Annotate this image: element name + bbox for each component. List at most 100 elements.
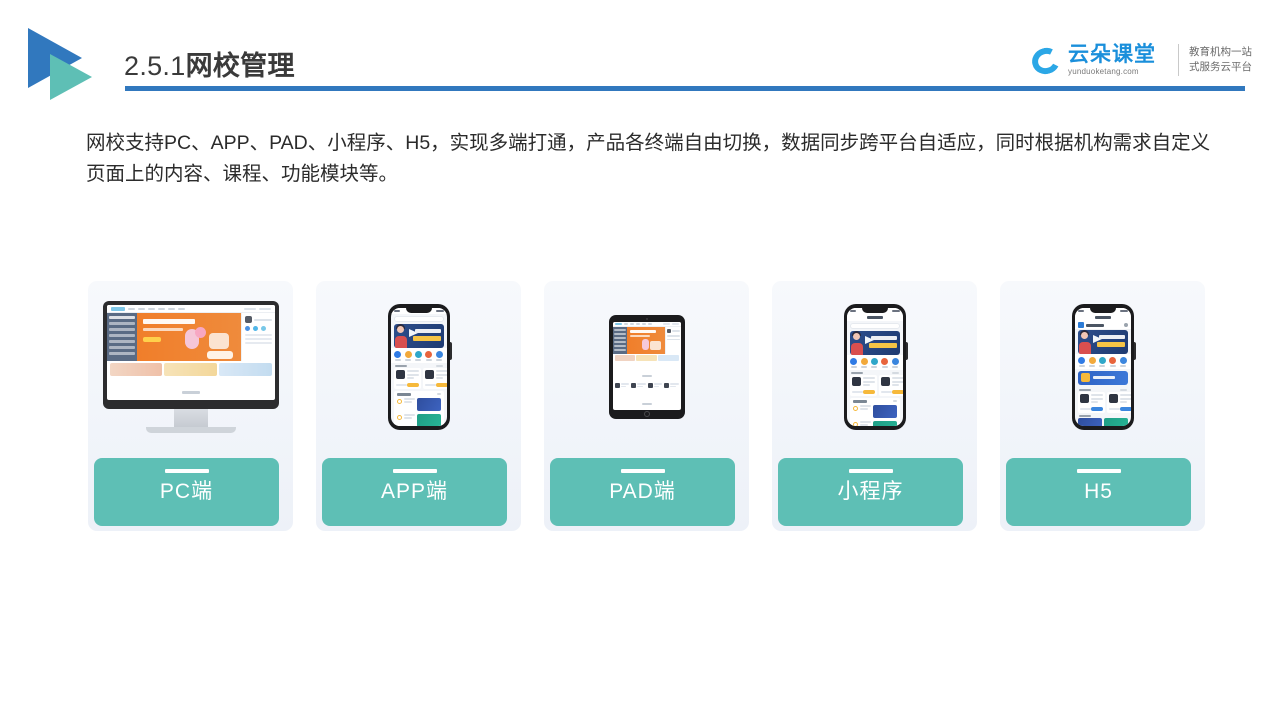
app-category-icons xyxy=(390,348,447,363)
platform-label-app[interactable]: APP端 xyxy=(322,458,507,526)
h5-site-header xyxy=(1074,321,1131,330)
web-sidebar-nav xyxy=(106,313,137,361)
tablet-hero-section xyxy=(612,327,681,354)
tablet-course-list xyxy=(613,383,681,390)
tablet-section-heading-2 xyxy=(613,390,681,410)
web-logo-icon xyxy=(614,322,622,326)
label-accent-bar xyxy=(1076,469,1121,473)
app-hero-banner xyxy=(393,324,444,348)
brand-tagline-line2: 式服务云平台 xyxy=(1189,61,1252,73)
label-accent-bar xyxy=(392,469,437,473)
imac-stand-neck xyxy=(173,409,208,427)
section-number: 2.5.1 xyxy=(124,51,186,81)
web-side-panel xyxy=(240,313,275,361)
phone-screen xyxy=(846,308,903,426)
tablet-section-heading xyxy=(613,362,681,383)
h5-browser-title-bar xyxy=(1074,314,1131,321)
platform-label-text: APP端 xyxy=(380,480,449,503)
tablet-home-button-icon[interactable] xyxy=(643,411,650,417)
platform-card-pc[interactable]: PC端 xyxy=(88,281,293,531)
web-promo-strip xyxy=(107,361,275,378)
smartphone-illustration xyxy=(1071,304,1136,430)
platform-card-list: PC端 APP端 PAD端 小程序 H5 xyxy=(88,281,1205,531)
platform-card-miniprogram[interactable]: 小程序 xyxy=(772,281,977,531)
phone-notch xyxy=(405,308,432,313)
h5-bottom-cards xyxy=(1075,418,1131,426)
tablet-screen xyxy=(612,322,681,410)
device-preview-imac xyxy=(88,281,293,453)
triangle-play-logo-icon xyxy=(28,28,120,100)
platform-card-app[interactable]: APP端 xyxy=(316,281,521,531)
brand-tagline-line1: 教育机构一站 xyxy=(1189,45,1252,58)
miniprogram-title-bar xyxy=(846,314,903,321)
page-title: 2.5.1网校管理 xyxy=(124,44,295,83)
label-accent-bar xyxy=(620,469,665,473)
brand-text-block: 云朵课堂 yunduoketang.com xyxy=(1068,42,1156,77)
app-course-cards xyxy=(391,368,447,389)
device-preview-phone-miniprogram xyxy=(772,281,977,453)
tablet-hero-banner xyxy=(626,327,665,354)
body-paragraph: 网校支持PC、APP、PAD、小程序、H5，实现多端打通，产品各终端自由切换，数… xyxy=(86,132,1211,185)
brand-name: 云朵课堂 xyxy=(1068,42,1156,66)
web-navbar xyxy=(106,305,275,313)
cloud-icon xyxy=(1028,44,1066,78)
platform-label-pad[interactable]: PAD端 xyxy=(550,458,735,526)
app-search-bar[interactable] xyxy=(393,316,444,322)
label-accent-bar xyxy=(164,469,209,473)
h5-category-icons xyxy=(1074,354,1131,369)
smartphone-illustration xyxy=(387,304,452,430)
brand-mark: 云朵课堂 yunduoketang.com xyxy=(1028,42,1168,78)
miniprogram-search-bar[interactable] xyxy=(849,323,900,329)
triangle-teal-icon xyxy=(50,54,92,100)
tablet-camera-icon xyxy=(645,318,648,320)
brand-logo: 云朵课堂 yunduoketang.com 教育机构一站 式服务云平台 xyxy=(1028,38,1252,82)
platform-label-text: H5 xyxy=(1084,480,1113,503)
tablet-promo-strip xyxy=(613,354,681,362)
web-banner-illustration xyxy=(181,325,235,359)
platform-card-pad[interactable]: PAD端 xyxy=(544,281,749,531)
h5-course-cards xyxy=(1075,392,1131,413)
label-accent-bar xyxy=(848,469,893,473)
h5-promo-banner xyxy=(1077,370,1128,385)
smartphone-illustration xyxy=(843,304,908,430)
site-logo-icon xyxy=(1077,322,1084,328)
imac-stand-base xyxy=(145,427,236,433)
web-hero-banner xyxy=(136,313,241,361)
device-preview-phone-app xyxy=(316,281,521,453)
app-recommended-section xyxy=(393,390,444,426)
phone-notch xyxy=(861,308,888,313)
imac-screen-bezel xyxy=(102,301,279,409)
title-underline xyxy=(125,86,1245,91)
platform-label-text: 小程序 xyxy=(837,480,904,503)
tablet-sidebar-nav xyxy=(612,327,627,354)
platform-label-pc[interactable]: PC端 xyxy=(94,458,279,526)
phone-screen xyxy=(390,308,447,426)
platform-label-h5[interactable]: H5 xyxy=(1006,458,1191,526)
imac-illustration xyxy=(102,301,279,433)
web-hero-section xyxy=(106,313,275,361)
platform-label-text: PC端 xyxy=(159,480,214,503)
imac-website-preview xyxy=(106,305,275,400)
phone-notch xyxy=(1089,308,1116,313)
tablet-illustration xyxy=(608,315,685,419)
miniprogram-category-icons xyxy=(846,355,903,370)
miniprogram-course-cards xyxy=(847,375,903,396)
gift-icon xyxy=(1080,372,1090,382)
h5-hero-banner xyxy=(1077,330,1128,354)
brand-divider xyxy=(1178,44,1179,76)
device-preview-phone-h5 xyxy=(1000,281,1205,453)
platform-label-miniprogram[interactable]: 小程序 xyxy=(778,458,963,526)
device-preview-ipad xyxy=(544,281,749,453)
web-section-heading xyxy=(107,378,275,400)
platform-card-h5[interactable]: H5 xyxy=(1000,281,1205,531)
miniprogram-recommended-section xyxy=(849,397,900,426)
brand-tagline: 教育机构一站 式服务云平台 xyxy=(1189,45,1252,75)
brand-domain: yunduoketang.com xyxy=(1068,67,1139,77)
tablet-side-panel xyxy=(664,327,681,354)
user-avatar-icon[interactable] xyxy=(1123,323,1128,327)
section-title-cn: 网校管理 xyxy=(185,51,295,81)
phone-screen xyxy=(1074,308,1131,426)
miniprogram-hero-banner xyxy=(849,331,900,355)
platform-label-text: PAD端 xyxy=(609,480,676,503)
web-logo-icon xyxy=(110,306,125,311)
